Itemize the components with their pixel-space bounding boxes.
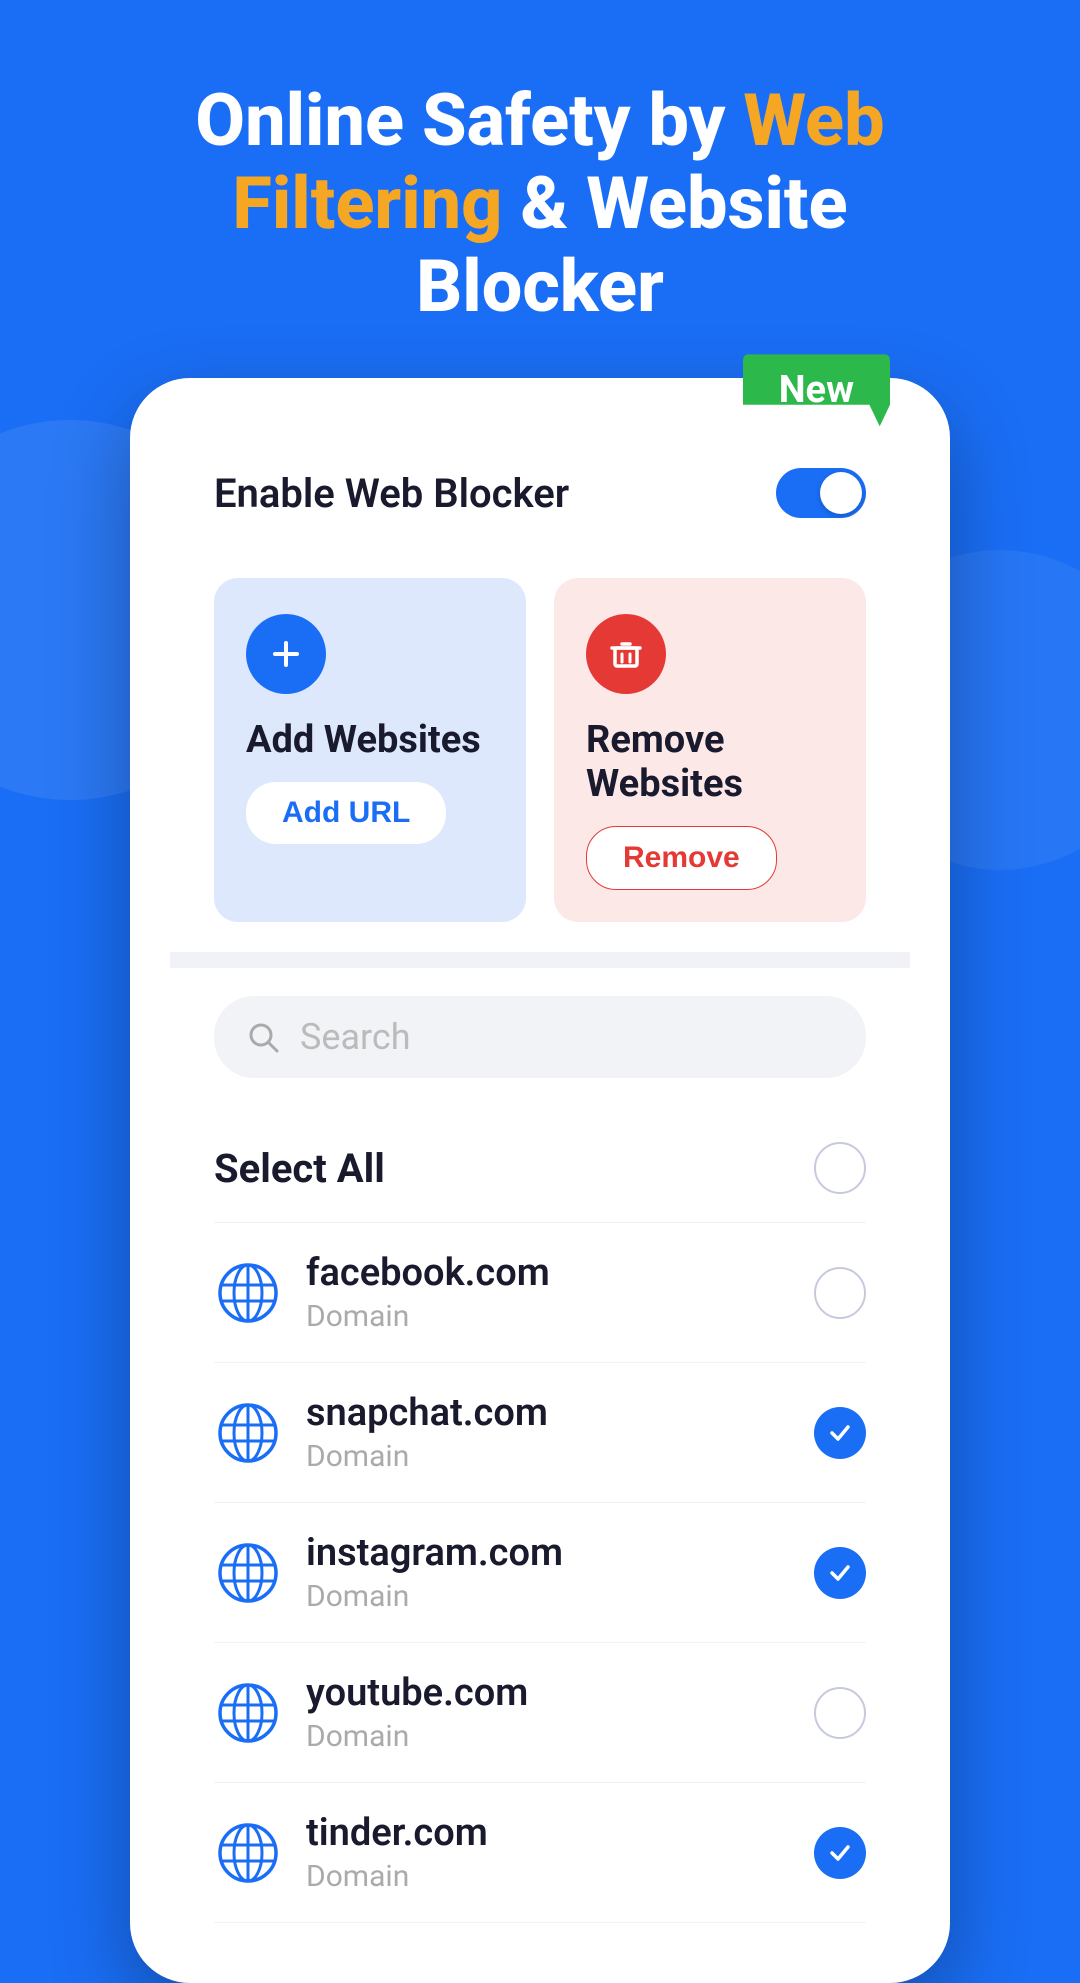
phone-inner: Enable Web Blocker Add Websites Add URL	[170, 428, 910, 1923]
search-icon	[246, 1020, 280, 1054]
website-list: Select All facebook.com Domain snapchat.…	[170, 1106, 910, 1923]
site-globe-icon	[214, 1399, 282, 1467]
site-name: instagram.com	[306, 1531, 790, 1575]
site-row[interactable]: tinder.com Domain	[214, 1783, 866, 1923]
site-info: tinder.com Domain	[306, 1811, 790, 1894]
add-icon	[246, 614, 326, 694]
hero-accent1: Web	[743, 78, 884, 163]
cards-row: Add Websites Add URL Remove Websites Rem…	[170, 558, 910, 952]
remove-websites-card: Remove Websites Remove	[554, 578, 866, 922]
hero-line3: Blocker	[416, 244, 664, 329]
search-box[interactable]: Search	[214, 996, 866, 1078]
site-type: Domain	[306, 1579, 790, 1614]
enable-label: Enable Web Blocker	[214, 470, 569, 517]
new-badge: New	[743, 354, 890, 426]
remove-icon	[586, 614, 666, 694]
checkbox-empty[interactable]	[814, 1687, 866, 1739]
site-row[interactable]: facebook.com Domain	[214, 1223, 866, 1363]
remove-websites-title: Remove Websites	[586, 718, 834, 806]
select-all-label: Select All	[214, 1145, 385, 1192]
hero-accent2: Filtering	[232, 161, 502, 246]
site-globe-icon	[214, 1259, 282, 1327]
phone-mockup: New Enable Web Blocker Add Websites Add …	[130, 378, 950, 1983]
remove-button[interactable]: Remove	[586, 826, 777, 890]
site-globe-icon	[214, 1539, 282, 1607]
site-info: youtube.com Domain	[306, 1671, 790, 1754]
enable-web-blocker-row: Enable Web Blocker	[170, 428, 910, 558]
site-globe-icon	[214, 1679, 282, 1747]
site-info: snapchat.com Domain	[306, 1391, 790, 1474]
checkbox-checked[interactable]	[814, 1407, 866, 1459]
hero-line2b: & Website	[502, 161, 847, 246]
site-type: Domain	[306, 1439, 790, 1474]
site-row[interactable]: snapchat.com Domain	[214, 1363, 866, 1503]
site-list: facebook.com Domain snapchat.com Domain …	[214, 1223, 866, 1923]
hero-line1: Online Safety by	[195, 78, 743, 163]
site-type: Domain	[306, 1299, 790, 1334]
search-placeholder: Search	[300, 1016, 411, 1058]
select-all-row[interactable]: Select All	[214, 1106, 866, 1223]
web-blocker-toggle[interactable]	[776, 468, 866, 518]
add-websites-card: Add Websites Add URL	[214, 578, 526, 922]
search-container: Search	[170, 968, 910, 1106]
add-websites-title: Add Websites	[246, 718, 494, 762]
site-row[interactable]: youtube.com Domain	[214, 1643, 866, 1783]
site-row[interactable]: instagram.com Domain	[214, 1503, 866, 1643]
site-name: tinder.com	[306, 1811, 790, 1855]
site-info: instagram.com Domain	[306, 1531, 790, 1614]
site-name: snapchat.com	[306, 1391, 790, 1435]
site-type: Domain	[306, 1859, 790, 1894]
site-info: facebook.com Domain	[306, 1251, 790, 1334]
hero-title: Online Safety by Web Filtering & Website…	[0, 0, 1080, 378]
select-all-checkbox[interactable]	[814, 1142, 866, 1194]
site-globe-icon	[214, 1819, 282, 1887]
site-name: facebook.com	[306, 1251, 790, 1295]
add-url-button[interactable]: Add URL	[246, 782, 446, 844]
checkbox-empty[interactable]	[814, 1267, 866, 1319]
site-name: youtube.com	[306, 1671, 790, 1715]
checkbox-checked[interactable]	[814, 1827, 866, 1879]
checkbox-checked[interactable]	[814, 1547, 866, 1599]
divider-1	[170, 952, 910, 968]
site-type: Domain	[306, 1719, 790, 1754]
